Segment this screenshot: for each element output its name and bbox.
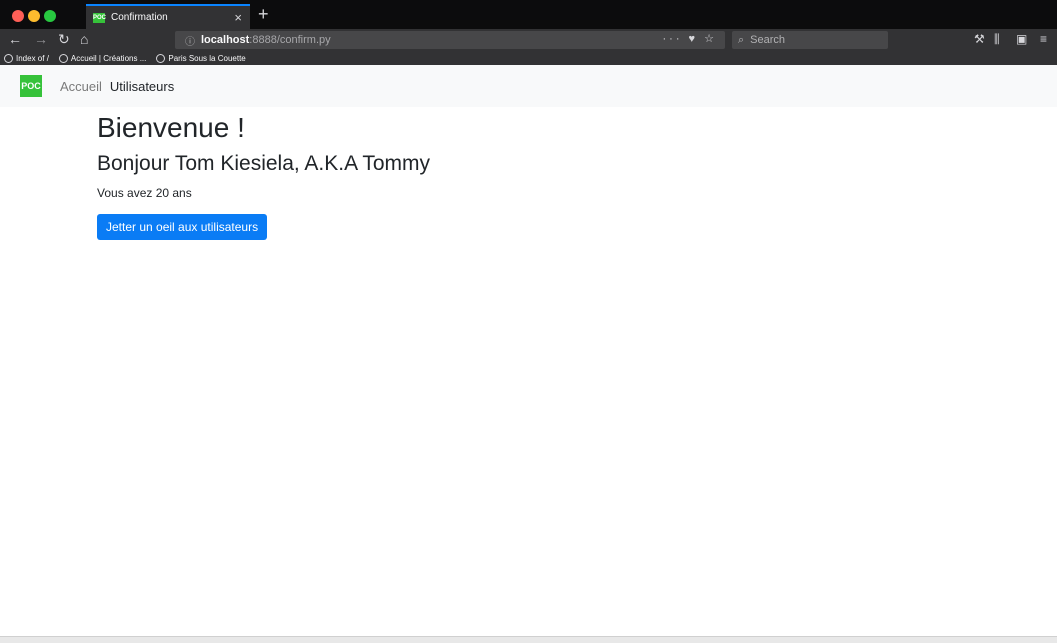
url-path: :8888/confirm.py [249, 34, 331, 46]
brand-logo[interactable]: POC [20, 75, 42, 97]
bookmark-accueil[interactable]: Accueil | Créations ... [58, 53, 147, 63]
globe-icon [58, 53, 68, 63]
bookmark-paris[interactable]: Paris Sous la Couette [156, 53, 246, 63]
page-actions-icon[interactable]: ··· ♥ ☆ [663, 32, 718, 45]
horizontal-scrollbar[interactable] [0, 636, 1057, 643]
greeting-heading: Bonjour Tom Kiesiela, A.K.A Tommy [97, 152, 431, 175]
back-arrow-icon[interactable]: ← [8, 31, 22, 47]
tab-title: Confirmation [111, 12, 168, 23]
site-navbar: POC Accueil Utilisateurs [0, 65, 1057, 107]
library-icon[interactable]: ⫼ [994, 32, 1000, 47]
main-content: Bienvenue ! Bonjour Tom Kiesiela, A.K.A … [97, 111, 430, 240]
tab-favicon-icon: POC [93, 12, 107, 23]
nav-link-accueil[interactable]: Accueil [60, 79, 102, 94]
menu-icon[interactable]: ≡ [1040, 32, 1047, 46]
forward-arrow-icon[interactable]: → [34, 31, 48, 47]
close-window-icon[interactable] [12, 10, 24, 22]
site-info-icon[interactable]: ⓘ [185, 33, 195, 48]
view-users-button[interactable]: Jetter un oeil aux utilisateurs [97, 214, 268, 240]
bookmarks-bar: Index of / Accueil | Créations ... Paris… [0, 51, 1057, 65]
tab-confirmation[interactable]: POC Confirmation × [86, 4, 250, 29]
new-tab-button[interactable]: + [258, 3, 269, 25]
nav-link-utilisateurs[interactable]: Utilisateurs [110, 79, 174, 94]
page-title: Bienvenue ! [97, 112, 245, 143]
minimize-window-icon[interactable] [28, 10, 40, 22]
globe-icon [156, 53, 166, 63]
bookmark-index[interactable]: Index of / [4, 53, 49, 63]
maximize-window-icon[interactable] [44, 10, 56, 22]
sidebar-icon[interactable]: ▣ [1016, 32, 1027, 46]
age-text: Vous avez 20 ans [97, 186, 192, 200]
bookmark-label: Accueil | Créations ... [70, 53, 147, 63]
url-bar[interactable]: ⓘ localhost :8888/confirm.py ··· ♥ ☆ [175, 31, 725, 49]
search-bar[interactable]: ⌕ Search [732, 31, 888, 49]
url-host: localhost [201, 34, 250, 46]
home-icon[interactable]: ⌂ [80, 31, 88, 47]
reload-icon[interactable]: ↻ [58, 31, 70, 48]
browser-tab-strip: POC Confirmation × + [0, 0, 1057, 29]
globe-icon [4, 53, 13, 63]
search-icon: ⌕ [738, 33, 745, 46]
tab-close-icon[interactable]: × [234, 10, 242, 25]
bookmark-label: Index of / [16, 53, 49, 63]
bookmark-label: Paris Sous la Couette [168, 53, 246, 63]
search-placeholder: Search [750, 34, 786, 46]
browser-toolbar: ← → ↻ ⌂ ⓘ localhost :8888/confirm.py ···… [0, 29, 1057, 51]
web-page: POC Accueil Utilisateurs Bienvenue ! Bon… [0, 65, 1057, 643]
wrench-icon[interactable]: ⚒ [974, 32, 985, 46]
